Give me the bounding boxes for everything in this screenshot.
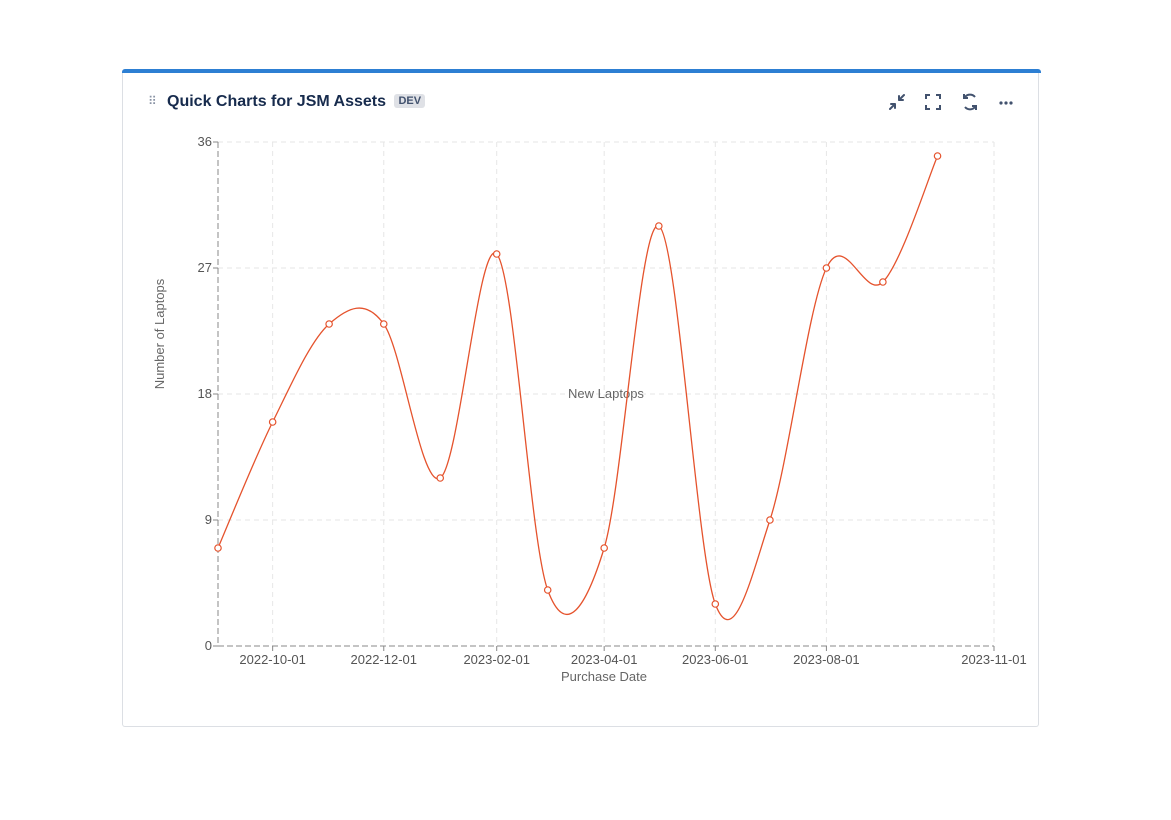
x-tick-label: 2023-08-01 <box>793 652 860 667</box>
y-tick-label: 18 <box>198 386 212 401</box>
x-tick-label: 2022-12-01 <box>351 652 418 667</box>
data-point <box>325 320 333 328</box>
data-point <box>492 250 501 258</box>
y-tick-label: 27 <box>198 260 212 275</box>
data-point <box>214 544 222 552</box>
y-tick-label: 0 <box>205 638 212 653</box>
line-chart: 0 9 18 27 36 2022-10-01 2022-12-01 2023-02-01 20… <box>152 134 1027 684</box>
x-tick-label: 2023-11-01 <box>961 652 1027 667</box>
data-point <box>379 320 388 328</box>
y-tick-label: 36 <box>198 134 212 149</box>
x-axis-title: Purchase Date <box>561 669 647 684</box>
data-point <box>436 474 445 482</box>
data-point <box>933 152 942 160</box>
data-point <box>655 222 663 230</box>
x-tick-label: 2023-02-01 <box>463 652 530 667</box>
x-tick-label: 2022-10-01 <box>239 652 306 667</box>
data-point <box>600 544 608 552</box>
data-point <box>268 418 277 426</box>
x-tick-label: 2023-06-01 <box>682 652 749 667</box>
data-point <box>543 586 552 594</box>
data-point <box>822 264 831 272</box>
data-point <box>711 600 720 608</box>
data-point <box>879 278 887 286</box>
x-tick-label: 2023-04-01 <box>571 652 638 667</box>
series-label: New Laptops <box>568 386 644 401</box>
y-tick-label: 9 <box>205 512 212 527</box>
y-axis-title: Number of Laptops <box>152 278 167 389</box>
data-point <box>766 516 774 524</box>
